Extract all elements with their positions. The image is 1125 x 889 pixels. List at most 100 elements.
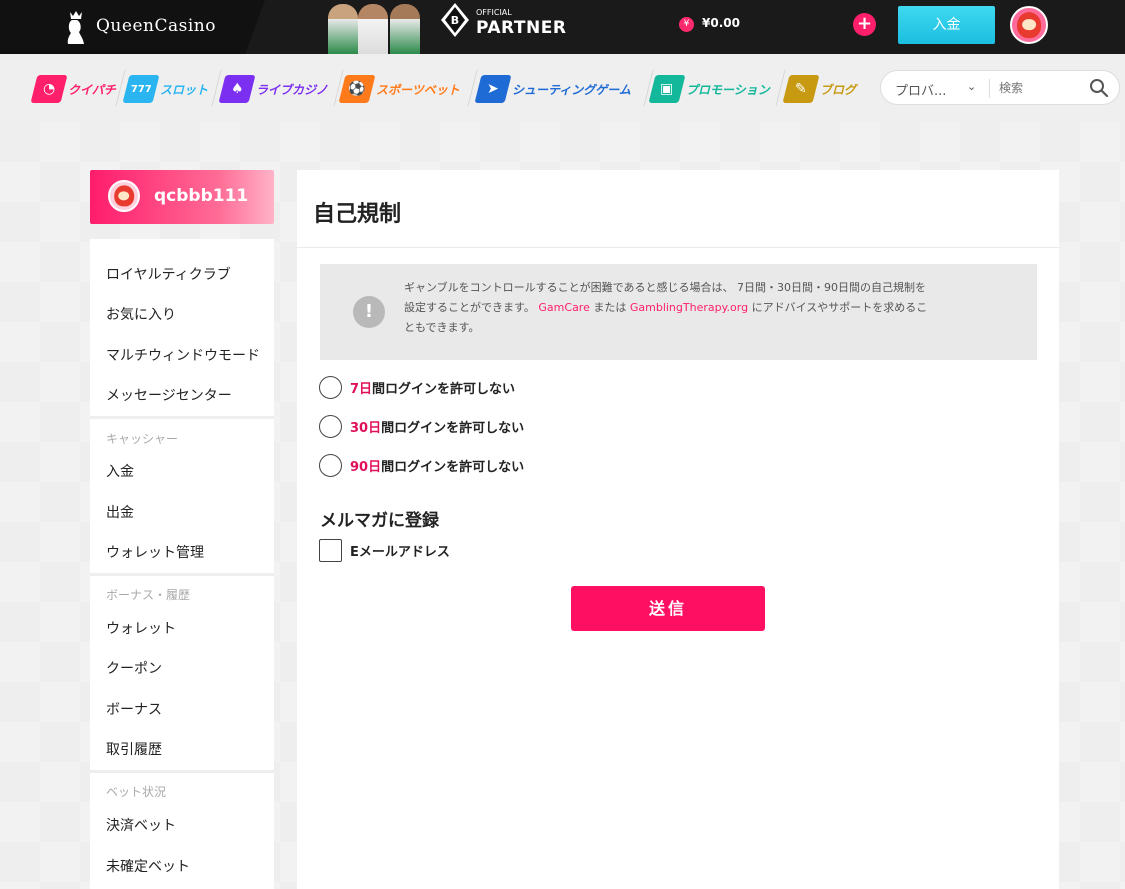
self-exclusion-panel: 自己規制 ! ギャンブルをコントロールすることが困難であると感じる場合は、 7日… bbox=[297, 170, 1059, 889]
notice-text-segment: にアドバイスやサポートを求めるこ bbox=[748, 301, 928, 314]
panel-divider bbox=[297, 247, 1059, 248]
sidebar-item-message-center[interactable]: メッセージセンター bbox=[106, 385, 232, 405]
username: qcbbb111 bbox=[154, 186, 249, 206]
sidebar-divider bbox=[90, 573, 274, 576]
option-label: 30日間ログインを許可しない bbox=[350, 417, 524, 436]
option-text: 間ログインを許可しない bbox=[381, 459, 525, 475]
notice-text-segment: または bbox=[589, 301, 630, 314]
sidebar-divider bbox=[90, 416, 274, 419]
info-notice: ! ギャンブルをコントロールすることが困難であると感じる場合は、 7日間・30日… bbox=[320, 264, 1037, 360]
daruma-avatar-icon bbox=[114, 185, 134, 207]
sidebar-section-cashier: キャッシャー bbox=[106, 432, 179, 446]
nav-item-quick-pachi[interactable]: ◔ クイパチ bbox=[30, 74, 116, 104]
sidebar-item-withdraw[interactable]: 出金 bbox=[106, 502, 134, 522]
search-box: プロバ... ⌄ bbox=[880, 70, 1120, 105]
live-casino-icon: ♠ bbox=[218, 75, 256, 103]
notice-text: ギャンブルをコントロールすることが困難であると感じる場合は、 7日間・30日間・… bbox=[404, 278, 1014, 338]
nav-label: クイパチ bbox=[68, 82, 116, 97]
chevron-down-icon[interactable]: ⌄ bbox=[967, 80, 976, 93]
sidebar-item-coupon[interactable]: クーポン bbox=[106, 658, 162, 678]
logo-link[interactable]: QueenCasino bbox=[0, 0, 265, 58]
sidebar-item-multi-window[interactable]: マルチウィンドウモード bbox=[106, 345, 260, 365]
option-text: 間ログインを許可しない bbox=[381, 420, 525, 436]
sidebar-item-wallet[interactable]: ウォレット bbox=[106, 618, 176, 638]
search-divider bbox=[989, 79, 990, 98]
gift-icon: ▣ bbox=[648, 75, 686, 103]
sidebar-item-settled-bets[interactable]: 決済ベット bbox=[106, 815, 176, 835]
option-days: 90日 bbox=[350, 459, 382, 475]
submit-button[interactable]: 送信 bbox=[571, 586, 765, 631]
gamcare-link[interactable]: GamCare bbox=[538, 301, 589, 314]
nav-label: ブログ bbox=[820, 82, 857, 97]
gamblingtherapy-link[interactable]: GamblingTherapy.org bbox=[630, 301, 748, 314]
option-days: 7日 bbox=[350, 381, 373, 397]
player-photo bbox=[358, 4, 388, 54]
daruma-avatar-icon bbox=[1017, 12, 1041, 38]
sidebar-section-bonus-history: ボーナス・履歴 bbox=[106, 588, 191, 602]
quick-deposit-button[interactable]: + bbox=[853, 13, 876, 36]
exclamation-icon: ! bbox=[353, 296, 385, 328]
option-label: 90日間ログインを許可しない bbox=[350, 456, 524, 475]
nav-label: プロモーション bbox=[686, 82, 770, 97]
search-icon[interactable] bbox=[1089, 78, 1109, 98]
nav-item-sports-bet[interactable]: ⚽ スポーツベット bbox=[338, 74, 460, 104]
option-90-days[interactable]: 90日間ログインを許可しない bbox=[319, 453, 524, 477]
partner-text: PARTNER bbox=[476, 18, 567, 38]
nav-label: シューティングゲーム bbox=[512, 82, 631, 97]
account-sidebar: ロイヤルティクラブ お気に入り マルチウィンドウモード メッセージセンター キャ… bbox=[90, 239, 274, 889]
notice-line: 設定することができます。 GamCare または GamblingTherapy… bbox=[404, 298, 1014, 318]
yen-icon: ¥ bbox=[679, 17, 694, 32]
svg-text:B: B bbox=[451, 14, 459, 27]
player-photo bbox=[390, 4, 420, 54]
deposit-button[interactable]: 入金 bbox=[898, 6, 995, 44]
nav-item-slot[interactable]: 777 スロット bbox=[122, 74, 209, 104]
official-partner-banner[interactable]: B OFFICIAL PARTNER bbox=[328, 0, 566, 54]
quick-pachi-icon: ◔ bbox=[30, 75, 68, 103]
sidebar-divider bbox=[90, 770, 274, 773]
notice-text-segment: 設定することができます。 bbox=[404, 301, 539, 314]
sidebar-item-unsettled-bets[interactable]: 未確定ベット bbox=[106, 856, 190, 876]
option-days: 30日 bbox=[350, 420, 382, 436]
email-checkbox[interactable] bbox=[319, 539, 342, 562]
option-text: 間ログインを許可しない bbox=[372, 381, 516, 397]
queen-silhouette-icon bbox=[67, 11, 84, 44]
nav-label: ライブカジノ bbox=[256, 82, 328, 97]
nav-item-live-casino[interactable]: ♠ ライブカジノ bbox=[218, 74, 328, 104]
nav-label: スポーツベット bbox=[376, 82, 460, 97]
email-subscription-option[interactable]: Eメールアドレス bbox=[319, 539, 450, 562]
avatar bbox=[108, 180, 140, 212]
partner-official-text: OFFICIAL bbox=[476, 8, 512, 17]
club-crest-icon: B bbox=[441, 3, 469, 37]
option-label: 7日間ログインを許可しない bbox=[350, 378, 515, 397]
player-photo bbox=[328, 4, 358, 54]
sidebar-item-bonus[interactable]: ボーナス bbox=[106, 699, 162, 719]
option-30-days[interactable]: 30日間ログインを許可しない bbox=[319, 414, 524, 438]
notice-line: ギャンブルをコントロールすることが困難であると感じる場合は、 7日間・30日間・… bbox=[404, 281, 927, 294]
nav-item-promotion[interactable]: ▣ プロモーション bbox=[648, 74, 770, 104]
user-avatar-button[interactable] bbox=[1010, 6, 1048, 44]
radio-button[interactable] bbox=[319, 414, 342, 438]
radio-button[interactable] bbox=[319, 375, 342, 399]
newsletter-title: メルマガに登録 bbox=[320, 511, 439, 531]
balance-amount: ¥0.00 bbox=[702, 16, 740, 30]
nav-item-shooting-game[interactable]: ➤ シューティングゲーム bbox=[474, 74, 631, 104]
option-7-days[interactable]: 7日間ログインを許可しない bbox=[319, 375, 515, 399]
sidebar-item-wallet-management[interactable]: ウォレット管理 bbox=[106, 542, 204, 562]
fish-shooting-icon: ➤ bbox=[474, 75, 512, 103]
sidebar-section-bet-status: ベット状況 bbox=[106, 785, 167, 799]
sidebar-item-loyalty-club[interactable]: ロイヤルティクラブ bbox=[106, 264, 231, 284]
search-input[interactable] bbox=[999, 77, 1079, 99]
provider-select[interactable]: プロバ... bbox=[895, 80, 946, 99]
sports-ball-icon: ⚽ bbox=[338, 75, 376, 103]
nav-label: スロット bbox=[160, 82, 209, 97]
user-card[interactable]: qcbbb111 bbox=[90, 170, 274, 224]
slot-icon: 777 bbox=[122, 75, 160, 103]
sidebar-item-deposit[interactable]: 入金 bbox=[106, 461, 134, 481]
sidebar-item-favorites[interactable]: お気に入り bbox=[106, 304, 176, 324]
top-bar: QueenCasino B OFFICIAL PARTNER ¥ ¥0.00 +… bbox=[0, 0, 1125, 58]
nav-item-blog[interactable]: ✎ ブログ bbox=[782, 74, 857, 104]
sidebar-item-transaction-history[interactable]: 取引履歴 bbox=[106, 739, 162, 759]
logo-text: QueenCasino bbox=[96, 16, 216, 36]
radio-button[interactable] bbox=[319, 453, 342, 477]
email-label: Eメールアドレス bbox=[350, 545, 450, 560]
